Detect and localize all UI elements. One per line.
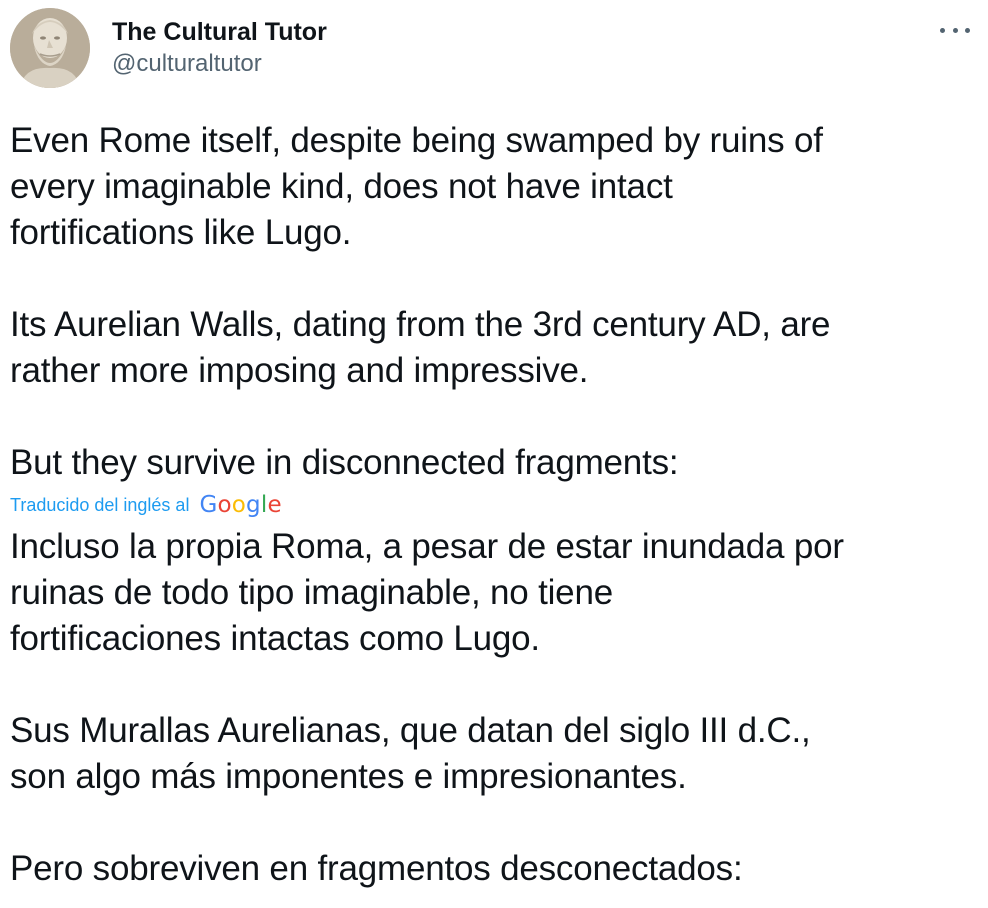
google-logo: Google [199,493,281,517]
user-handle[interactable]: @culturaltutor [112,48,327,80]
tweet: The Cultural Tutor @culturaltutor Even R… [0,0,988,908]
tweet-header: The Cultural Tutor @culturaltutor [10,8,327,88]
translated-paragraph-3: Pero sobreviven en fragmentos desconecta… [10,849,743,888]
more-dot-1 [940,27,945,33]
original-paragraph-1: Even Rome itself, despite being swamped … [10,121,823,252]
translated-paragraph-2: Sus Murallas Aurelianas, que datan del s… [10,711,811,796]
google-letter: G [199,492,218,518]
more-horizontal-icon[interactable] [940,18,970,42]
display-name[interactable]: The Cultural Tutor [112,16,327,48]
original-paragraph-3: But they survive in disconnected fragmen… [10,443,679,482]
translation-label[interactable]: Traducido del inglés al [10,493,189,517]
more-dot-2 [952,27,958,33]
google-letter: g [246,492,261,518]
translated-paragraph-1: Incluso la propia Roma, a pesar de estar… [10,527,844,658]
more-dot-3 [965,27,970,33]
google-letter: o [217,492,232,518]
translation-attribution[interactable]: Traducido del inglés al Google [10,486,978,524]
author-names: The Cultural Tutor @culturaltutor [112,16,327,80]
bust-statue-icon [10,8,90,88]
tweet-body: Even Rome itself, despite being swamped … [10,118,978,892]
google-letter: e [267,492,282,518]
avatar[interactable] [10,8,90,88]
google-letter: o [231,492,247,518]
original-paragraph-2: Its Aurelian Walls, dating from the 3rd … [10,305,831,390]
